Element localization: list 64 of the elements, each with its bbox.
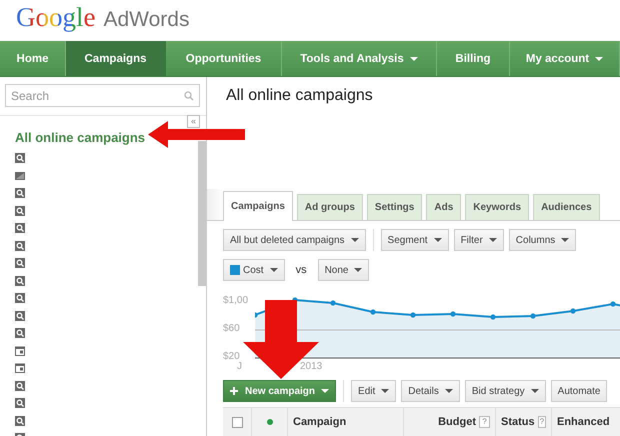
nav-tab[interactable]: Opportunities <box>166 41 282 76</box>
nav-tab[interactable]: Tools and Analysis <box>282 41 437 76</box>
search-campaign-icon[interactable] <box>15 293 25 303</box>
new-campaign-button[interactable]: New campaign <box>223 380 336 402</box>
search-campaign-icon[interactable] <box>15 310 25 320</box>
tab[interactable]: Ad groups <box>296 194 363 220</box>
page-title: All online campaigns <box>226 87 373 105</box>
search-campaign-icon[interactable] <box>15 380 25 390</box>
help-icon[interactable]: ? <box>538 416 546 428</box>
axis-label: $1,00 <box>223 295 248 306</box>
calendar-icon[interactable] <box>15 363 25 373</box>
caret-icon <box>350 238 359 242</box>
scrollbar[interactable] <box>198 141 206 286</box>
dropdown-button[interactable]: Bid strategy <box>464 380 546 402</box>
axis-label: 2013 <box>300 361 322 372</box>
search-campaign-icon[interactable] <box>15 240 25 250</box>
axis-label: $20 <box>223 351 240 362</box>
tab[interactable]: Campaigns <box>223 191 293 221</box>
tab[interactable]: Ads <box>426 194 462 220</box>
vs-label: vs <box>294 264 308 276</box>
product-name: AdWords <box>103 8 190 32</box>
search-field[interactable]: Search <box>5 84 200 107</box>
search-campaign-icon[interactable] <box>15 258 25 268</box>
caret-icon <box>270 268 278 272</box>
caret-icon <box>354 268 362 272</box>
caret-icon <box>488 238 497 242</box>
search-campaign-icon[interactable] <box>15 276 25 286</box>
nav-tab[interactable]: Billing <box>437 41 510 76</box>
dropdown-button[interactable]: Edit <box>351 380 396 402</box>
column-header[interactable]: Budget <box>438 416 476 428</box>
checkbox[interactable] <box>232 416 242 428</box>
metric-dropdown[interactable]: Cost <box>223 259 285 281</box>
nav-tab[interactable]: Campaigns <box>66 41 166 76</box>
dropdown-button[interactable]: Columns <box>508 229 576 251</box>
search-campaign-icon[interactable] <box>15 153 25 163</box>
metric-dropdown[interactable]: None <box>318 259 370 281</box>
search-campaign-icon[interactable] <box>15 416 25 426</box>
nav-tab[interactable]: My account <box>510 41 620 76</box>
dropdown-button[interactable]: Details <box>401 380 460 402</box>
tab[interactable]: Audiences <box>533 194 600 220</box>
tab[interactable]: Settings <box>366 194 422 220</box>
search-campaign-icon[interactable] <box>15 398 25 408</box>
dropdown-button[interactable]: Segment <box>380 229 449 251</box>
dropdown-button[interactable]: All but deleted campaigns <box>223 229 366 251</box>
column-header[interactable]: Enhanced <box>557 416 610 428</box>
help-icon[interactable]: ? <box>479 416 490 428</box>
axis-label: J <box>237 361 242 372</box>
search-campaign-icon[interactable] <box>15 328 25 338</box>
caret-icon <box>434 238 442 242</box>
column-header[interactable]: Status <box>501 416 535 428</box>
caret-icon <box>561 238 570 242</box>
column-header[interactable]: Campaign <box>293 416 346 428</box>
dropdown-button[interactable]: Filter <box>454 229 504 251</box>
campaign-tree-heading[interactable]: All online campaigns <box>15 130 146 145</box>
search-campaign-icon[interactable] <box>15 188 25 198</box>
search-campaign-icon[interactable] <box>15 206 25 216</box>
calendar-icon[interactable] <box>15 346 25 356</box>
plus-icon <box>230 387 238 395</box>
tab[interactable]: Keywords <box>465 194 530 220</box>
dropdown-button[interactable]: Automate <box>550 380 608 402</box>
search-campaign-icon[interactable] <box>15 223 25 233</box>
axis-label: $60 <box>223 323 240 334</box>
display-campaign-icon[interactable] <box>15 170 25 180</box>
collapse-button[interactable]: « <box>187 115 200 128</box>
